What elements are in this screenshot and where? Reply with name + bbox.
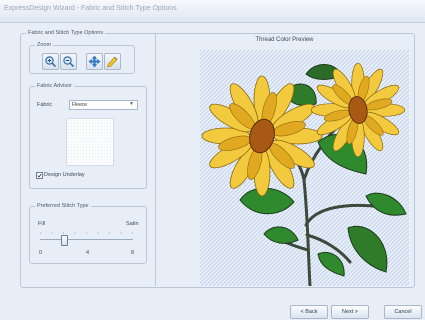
fabric-label: Fabric xyxy=(37,102,53,108)
zoom-fit-icon xyxy=(107,56,118,68)
back-button[interactable]: < Back xyxy=(290,305,328,319)
zoom-out-button[interactable] xyxy=(60,53,77,70)
stitch-slider-track[interactable] xyxy=(40,239,133,240)
pan-icon xyxy=(88,55,101,68)
fabric-select-value: Fleece xyxy=(72,102,88,108)
stitch-type-title: Preferred Stitch Type xyxy=(35,203,91,210)
fabric-select[interactable]: Fleece ▼ xyxy=(69,100,138,110)
zoom-in-icon xyxy=(45,56,57,68)
stitch-tick-4: 4 xyxy=(86,250,90,256)
stitch-slider-ticks xyxy=(40,232,133,234)
stitch-tick-8: 8 xyxy=(131,250,135,256)
zoom-group-title: Zoom xyxy=(35,42,54,49)
design-underlay-checkbox[interactable] xyxy=(36,172,43,179)
sunflower-design-image xyxy=(201,62,407,286)
stitch-fill-label: Fill xyxy=(38,221,46,227)
design-underlay-label: Design Underlay xyxy=(44,172,85,178)
cancel-button[interactable]: Cancel xyxy=(384,305,422,319)
pan-button[interactable] xyxy=(86,53,103,70)
zoom-fit-button[interactable] xyxy=(104,53,121,70)
stitch-satin-label: Satin xyxy=(126,221,139,227)
preview-title: Thread Color Preview xyxy=(255,37,314,43)
title-bar: ExpressDesign Wizard - Fabric and Stitch… xyxy=(0,0,425,23)
stitch-type-group: Preferred Stitch Type Fill Satin 0 4 8 xyxy=(29,203,147,264)
zoom-out-icon xyxy=(63,56,75,68)
window-title: ExpressDesign Wizard - Fabric and Stitch… xyxy=(4,5,177,12)
fabric-advisor-group: Fabric Advisor Fabric Fleece ▼ Design Un… xyxy=(29,83,147,189)
zoom-in-button[interactable] xyxy=(42,53,59,70)
fabric-swatch xyxy=(66,118,114,166)
checkmark-icon xyxy=(37,173,42,178)
stitch-tick-0: 0 xyxy=(39,250,43,256)
stitch-slider-thumb[interactable] xyxy=(61,235,68,246)
zoom-group: Zoom xyxy=(29,42,135,74)
chevron-down-icon: ▼ xyxy=(129,101,134,107)
options-group-title: Fabric and Stitch Type Options xyxy=(26,30,106,37)
next-button[interactable]: Next > xyxy=(331,305,369,319)
preview-canvas xyxy=(200,50,409,286)
fabric-advisor-title: Fabric Advisor xyxy=(35,83,74,90)
